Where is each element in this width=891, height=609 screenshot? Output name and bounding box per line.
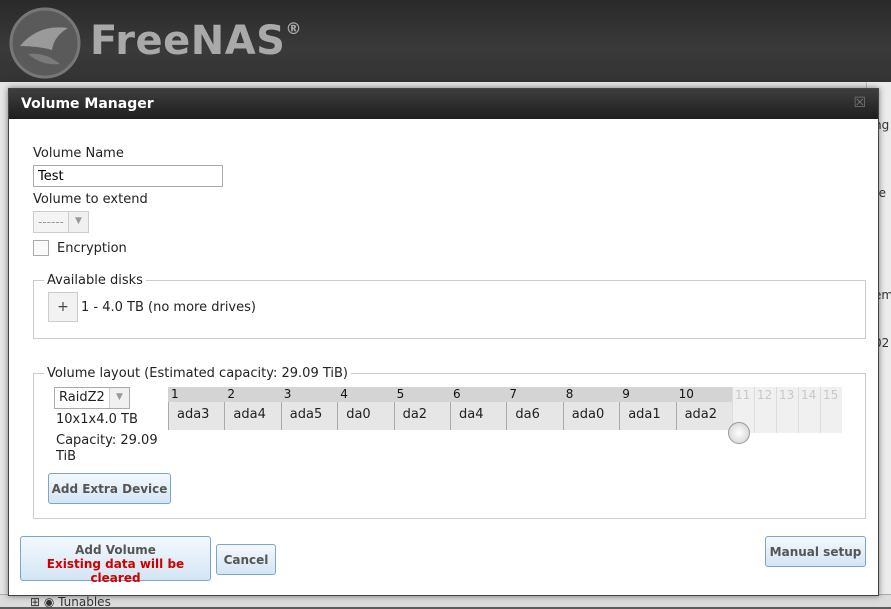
- freenas-logo-text: FreeNAS®: [90, 18, 302, 64]
- grid-empty-column: 13: [776, 387, 798, 433]
- grid-resize-handle[interactable]: [728, 422, 750, 444]
- grid-disk-cell[interactable]: da0: [337, 402, 394, 430]
- grid-empty-column: 14: [798, 387, 820, 433]
- app-header: FreeNAS®: [0, 0, 891, 82]
- add-volume-button[interactable]: Add Volume Existing data will be cleared: [20, 536, 211, 585]
- close-icon[interactable]: ☒: [853, 95, 866, 111]
- grid-disk-cell[interactable]: ada5: [280, 402, 338, 430]
- grid-disk-cell[interactable]: ada2: [675, 402, 732, 430]
- encryption-label: Encryption: [57, 241, 127, 256]
- grid-disk-cell[interactable]: ada3: [168, 402, 225, 430]
- raid-type-select[interactable]: RaidZ2 ▼: [54, 387, 130, 409]
- grid-column-number: 4: [337, 387, 394, 402]
- grid-column-number: 7: [506, 387, 563, 402]
- grid-empty-column: 15: [820, 387, 842, 433]
- grid-disk-cell[interactable]: ada4: [224, 402, 281, 430]
- grid-column-number: 8: [562, 387, 620, 402]
- volume-to-extend-select[interactable]: ------ ▼: [33, 211, 89, 233]
- grid-column-number: 10: [675, 387, 732, 402]
- add-disk-button[interactable]: +: [48, 292, 78, 322]
- capacity-text: Capacity: 29.09: [56, 433, 158, 448]
- freenas-shark-logo-icon: [9, 7, 81, 79]
- volume-layout-legend: Volume layout (Estimated capacity: 29.09…: [47, 366, 348, 381]
- manual-setup-button[interactable]: Manual setup: [765, 536, 866, 567]
- add-volume-label: Add Volume: [75, 543, 156, 557]
- grid-disk-cell[interactable]: ada1: [619, 402, 676, 430]
- chevron-down-icon: ▼: [68, 212, 88, 232]
- grid-disk-cell[interactable]: da2: [393, 402, 450, 430]
- volume-manager-dialog: Volume Manager ☒ Volume Name Volume to e…: [8, 88, 879, 596]
- grid-disk-cell[interactable]: da4: [450, 402, 507, 430]
- grid-column-number: 5: [393, 387, 450, 402]
- available-disks-legend: Available disks: [47, 273, 143, 288]
- grid-column-number: 9: [619, 387, 676, 402]
- capacity-unit-text: TiB: [56, 449, 77, 464]
- available-disks-text: 1 - 4.0 TB (no more drives): [81, 300, 256, 315]
- grid-column-number: 1: [168, 387, 225, 402]
- add-volume-warning: Existing data will be cleared: [46, 557, 185, 585]
- grid-column-number: 3: [280, 387, 338, 402]
- add-extra-device-button[interactable]: Add Extra Device: [48, 473, 171, 504]
- cancel-button[interactable]: Cancel: [216, 544, 276, 575]
- encryption-checkbox[interactable]: [33, 240, 49, 256]
- grid-disk-cell[interactable]: ada0: [562, 402, 620, 430]
- volume-name-input[interactable]: [33, 165, 223, 187]
- raid-geometry-text: 10x1x4.0 TB: [56, 412, 138, 427]
- grid-empty-column: 12: [754, 387, 776, 433]
- grid-column-number: 2: [224, 387, 281, 402]
- volume-to-extend-label: Volume to extend: [33, 192, 148, 207]
- grid-disk-cell[interactable]: da6: [506, 402, 563, 430]
- chevron-down-icon: ▼: [109, 388, 129, 408]
- volume-name-label: Volume Name: [33, 146, 124, 161]
- dialog-titlebar: Volume Manager ☒: [9, 89, 878, 119]
- dialog-title: Volume Manager: [21, 96, 154, 112]
- grid-column-number: 6: [450, 387, 507, 402]
